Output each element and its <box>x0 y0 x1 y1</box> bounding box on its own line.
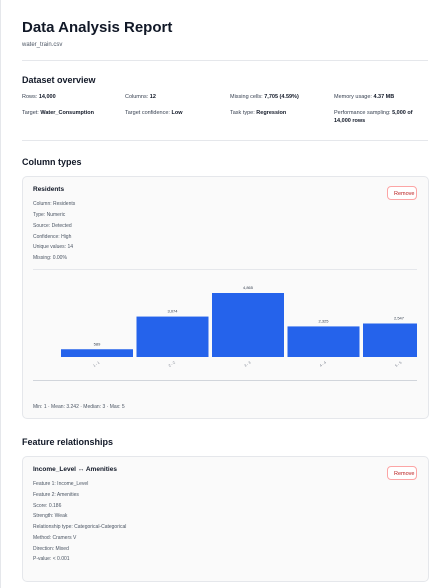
relationships-heading: Feature relationships <box>22 437 114 447</box>
divider <box>22 60 428 61</box>
relationship-strength: Strength: Weak <box>33 513 68 519</box>
remove-column-button[interactable]: Remove <box>387 186 417 200</box>
relationship-direction: Direction: Mixed <box>33 546 69 552</box>
column-detail-unique: Unique values: 14 <box>33 244 74 250</box>
relationship-p-value: P-value: < 0.001 <box>33 556 70 562</box>
overview-task-type: Task type: Regression <box>230 110 287 116</box>
column-summary-stats: Min: 1 · Mean: 3.242 · Median: 3 · Max: … <box>33 404 125 410</box>
histogram-tick-label: 3 - 3 <box>243 361 251 368</box>
histogram-tick-label: 2 - 2 <box>168 361 176 368</box>
dataset-filename: water_train.csv <box>22 42 63 48</box>
histogram-bar <box>136 316 209 357</box>
histogram-tick-label: 1 - 1 <box>92 361 100 368</box>
overview-rows: Rows: 14,000 <box>22 94 56 100</box>
histogram-tick-label: 5 - 5 <box>394 361 402 368</box>
histogram-value-label: 589 <box>94 341 101 346</box>
histogram-value-label: 3,074 <box>167 309 178 314</box>
frame-border <box>0 0 1 588</box>
histogram-value-label: 4,865 <box>243 285 254 290</box>
histogram-bar <box>287 326 360 357</box>
column-detail-confidence: Confidence: High <box>33 234 72 240</box>
column-detail-name: Column: Residents <box>33 201 76 207</box>
column-detail-source: Source: Detected <box>33 223 72 229</box>
overview-missing-cells: Missing cells: 7,705 (4.59%) <box>230 94 299 100</box>
histogram-svg: 589 1 - 1 3,074 2 - 2 4,865 3 - 3 2,325 4 - 4 2,… <box>61 285 429 368</box>
report-page: Data Analysis Report water_train.csv Dat… <box>0 0 429 588</box>
column-types-heading: Column types <box>22 157 82 167</box>
divider <box>22 140 428 141</box>
histogram-chart: 589 1 - 1 3,074 2 - 2 4,865 3 - 3 2,325 4 - 4 2,… <box>33 269 429 381</box>
column-card-residents: Residents Remove Column: Residents Type:… <box>22 176 429 419</box>
remove-relationship-button[interactable]: Remove <box>387 466 417 480</box>
histogram-bar <box>212 293 284 357</box>
overview-heading: Dataset overview <box>22 75 96 85</box>
overview-target-confidence: Target confidence: Low <box>125 110 183 116</box>
histogram-bar <box>61 349 133 357</box>
histogram-bar <box>363 323 429 357</box>
page-title: Data Analysis Report <box>22 19 173 36</box>
column-card-title: Residents <box>33 186 65 193</box>
overview-columns: Columns: 12 <box>125 94 156 100</box>
overview-memory-usage: Memory usage: 4.37 MB <box>334 94 395 100</box>
relationship-card: Income_Level ↔ Amenities Remove Feature … <box>22 456 429 582</box>
relationship-feature-2: Feature 2: Amenities <box>33 492 79 498</box>
relationship-feature-1: Feature 1: Income_Level <box>33 481 89 487</box>
relationship-card-title: Income_Level ↔ Amenities <box>33 466 117 473</box>
column-detail-type: Type: Numeric <box>33 212 66 218</box>
overview-target: Target: Water_Consumption <box>22 110 94 116</box>
relationship-type: Relationship type: Categorical-Categoric… <box>33 524 127 530</box>
histogram-value-label: 2,325 <box>318 318 329 323</box>
column-detail-missing: Missing: 0.00% <box>33 255 67 261</box>
overview-performance-sampling: Performance sampling: 5,000 of 14,000 ro… <box>334 110 413 124</box>
relationship-method: Method: Cramers V <box>33 535 77 541</box>
relationship-score: Score: 0.186 <box>33 503 62 509</box>
histogram-tick-label: 4 - 4 <box>319 361 327 368</box>
histogram-value-label: 2,547 <box>394 315 405 320</box>
